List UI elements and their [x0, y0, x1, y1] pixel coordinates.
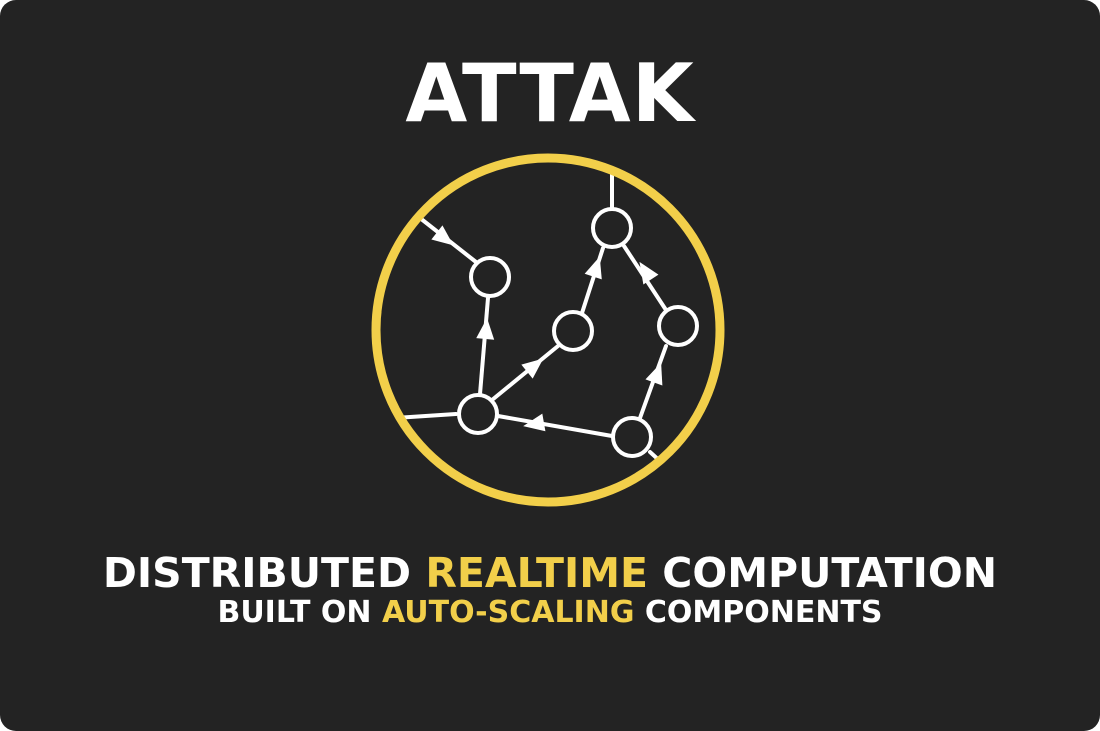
logo-title: ATTAK: [405, 47, 695, 140]
graph-edge: [580, 246, 605, 315]
arrowhead: [476, 318, 495, 340]
graph-edge: [490, 344, 560, 402]
tagline-primary-post: COMPUTATION: [648, 549, 998, 597]
tagline-secondary-post: COMPONENTS: [634, 595, 883, 630]
graph-node: [657, 305, 699, 347]
graph-node: [611, 416, 653, 458]
graph-edge: [478, 296, 490, 396]
graph-node: [552, 310, 594, 352]
tagline-secondary: BUILT ON AUTO-SCALING COMPONENTS: [0, 592, 1100, 634]
arrowhead: [645, 362, 663, 386]
tagline-secondary-pre: BUILT ON: [217, 595, 382, 630]
graph-edge: [496, 414, 614, 438]
banner-card: ATTAK DISTRIBUTED REALTIME COMPUTATION B…: [0, 0, 1100, 731]
topology-graph-icon: [371, 153, 725, 507]
graph-node: [591, 207, 633, 249]
tagline-primary-highlight: REALTIME: [425, 549, 649, 597]
tagline-secondary-highlight: AUTO-SCALING: [381, 595, 635, 630]
graph-node: [469, 256, 511, 298]
arrowhead: [523, 413, 546, 432]
arrowhead: [584, 256, 602, 280]
graph-node: [457, 393, 499, 435]
tagline-primary-pre: DISTRIBUTED: [102, 549, 426, 597]
